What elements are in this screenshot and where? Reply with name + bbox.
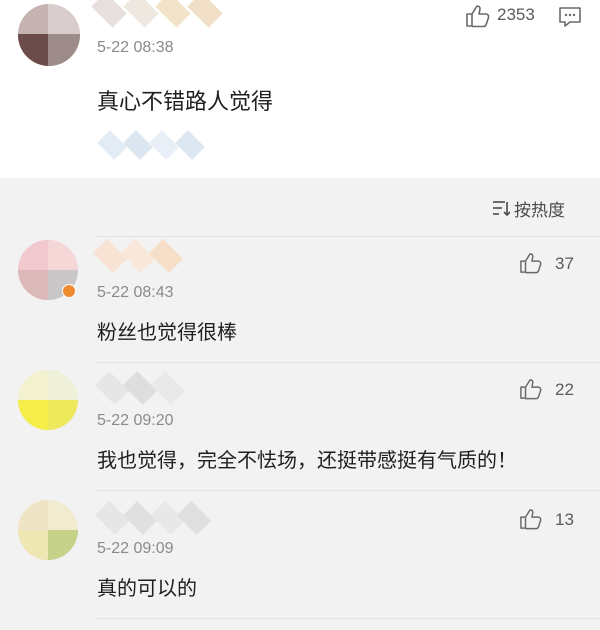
reply-text: 真的可以的 (97, 576, 197, 600)
avatar[interactable] (18, 370, 78, 430)
thumbs-up-icon[interactable] (519, 378, 543, 400)
avatar[interactable] (18, 500, 78, 560)
username-blurred[interactable] (93, 239, 194, 273)
reply-preview-blurred[interactable] (96, 130, 216, 160)
username-blurred[interactable] (91, 0, 234, 28)
reply-time: 5-22 09:20 (97, 412, 174, 429)
reply-time: 5-22 08:43 (97, 284, 174, 301)
avatar[interactable] (18, 4, 80, 66)
reply-text: 我也觉得，完全不怯场，还挺带感挺有气质的！ (97, 448, 517, 472)
main-comment: 5-22 08:38 真心不错路人觉得 2353 (0, 0, 600, 178)
like-count: 2353 (497, 5, 535, 24)
comment-text: 真心不错路人觉得 (97, 90, 274, 115)
like-count: 13 (555, 510, 574, 529)
sort-lines-icon (493, 201, 510, 217)
divider (96, 618, 600, 619)
comment-icon[interactable] (558, 6, 582, 28)
sort-label: 按热度 (514, 200, 565, 221)
username-blurred[interactable] (94, 501, 211, 535)
thumbs-up-icon[interactable] (465, 4, 491, 28)
sort-button[interactable]: 按热度 (492, 197, 565, 221)
thumbs-up-icon[interactable] (519, 252, 543, 274)
reply-time: 5-22 09:09 (97, 540, 174, 557)
divider (96, 362, 600, 363)
divider (96, 490, 600, 491)
comment-time: 5-22 08:38 (97, 39, 174, 56)
like-count: 37 (555, 254, 574, 273)
thumbs-up-icon[interactable] (519, 508, 543, 530)
replies-section (0, 178, 600, 630)
reply-text: 粉丝也觉得很棒 (97, 320, 237, 344)
like-count: 22 (555, 380, 574, 399)
divider (96, 236, 600, 237)
username-blurred[interactable] (94, 371, 185, 405)
verified-badge-icon (62, 284, 76, 298)
